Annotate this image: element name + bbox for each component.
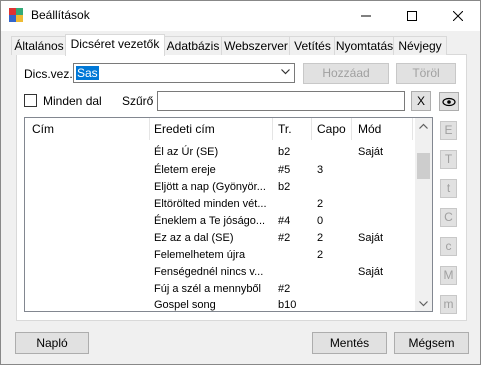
row-original-title: Gospel song bbox=[154, 299, 216, 311]
row-transpose: b2 bbox=[278, 146, 291, 158]
side-button-c-lower[interactable]: c bbox=[440, 237, 457, 256]
row-original-title: Ez az a dal (SE) bbox=[154, 232, 234, 244]
cancel-button[interactable]: Mégsem bbox=[394, 332, 469, 354]
row-transpose: b10 bbox=[278, 299, 297, 311]
song-list[interactable]: Cím Eredeti cím Tr. Capo Mód Él az Úr (S… bbox=[24, 117, 433, 312]
close-button[interactable] bbox=[435, 0, 481, 31]
header-divider bbox=[272, 118, 273, 140]
header-divider bbox=[311, 118, 312, 140]
header-cim[interactable]: Cím bbox=[32, 122, 54, 136]
row-mode: Saját bbox=[358, 232, 384, 244]
filter-label: Szűrő bbox=[122, 94, 154, 108]
row-mode: Saját bbox=[358, 266, 384, 278]
save-button[interactable]: Mentés bbox=[312, 332, 387, 354]
title-bar: Beállítások bbox=[0, 0, 481, 31]
row-capo: 0 bbox=[317, 215, 324, 227]
side-button-t-lower[interactable]: t bbox=[440, 179, 457, 198]
clear-filter-button[interactable]: X bbox=[411, 91, 431, 111]
log-button[interactable]: Napló bbox=[15, 332, 89, 354]
tab-dicseret-vezetok[interactable]: Dicséret vezetők bbox=[65, 34, 165, 56]
row-original-title: Életem ereje bbox=[154, 164, 216, 176]
scroll-thumb[interactable] bbox=[417, 153, 430, 179]
app-icon bbox=[9, 8, 23, 22]
row-mode: Saját bbox=[358, 146, 384, 158]
vertical-scrollbar[interactable] bbox=[415, 118, 432, 311]
all-songs-checkbox[interactable] bbox=[24, 94, 37, 107]
row-original-title: Felemelhetem újra bbox=[154, 249, 246, 261]
header-divider bbox=[149, 118, 150, 140]
header-mod[interactable]: Mód bbox=[358, 122, 381, 136]
scroll-up-icon bbox=[419, 123, 428, 129]
row-original-title: Fúj a szél a mennyből bbox=[154, 283, 261, 295]
row-capo: 3 bbox=[317, 164, 324, 176]
row-capo: 2 bbox=[317, 249, 324, 261]
header-capo[interactable]: Capo bbox=[317, 122, 346, 136]
add-button[interactable]: Hozzáad bbox=[303, 63, 389, 84]
row-original-title: Eltörölted minden vét... bbox=[154, 198, 267, 210]
side-button-t-upper[interactable]: T bbox=[440, 150, 457, 169]
row-original-title: Eljött a nap (Gyönyör... bbox=[154, 181, 266, 193]
tab-altalanos[interactable]: Általános bbox=[11, 36, 67, 55]
row-transpose: #5 bbox=[278, 164, 291, 176]
filter-input[interactable] bbox=[157, 91, 405, 111]
window-title: Beállítások bbox=[31, 8, 90, 22]
row-capo: 2 bbox=[317, 198, 324, 210]
header-divider bbox=[412, 118, 413, 140]
row-transpose: #4 bbox=[278, 215, 291, 227]
close-icon bbox=[453, 10, 463, 21]
maximize-button[interactable] bbox=[389, 0, 435, 31]
tab-nyomtatas[interactable]: Nyomtatás bbox=[334, 36, 395, 55]
tab-adatbazis[interactable]: Adatbázis bbox=[163, 36, 223, 55]
maximize-icon bbox=[407, 10, 417, 21]
header-tr[interactable]: Tr. bbox=[278, 122, 292, 136]
leader-combo-value: Sas bbox=[76, 66, 99, 80]
delete-button[interactable]: Töröl bbox=[396, 63, 456, 84]
header-divider bbox=[351, 118, 352, 140]
row-transpose: #2 bbox=[278, 283, 291, 295]
minimize-button[interactable] bbox=[343, 0, 389, 31]
chevron-down-icon bbox=[281, 69, 290, 75]
side-button-e[interactable]: E bbox=[440, 121, 457, 140]
row-original-title: Fenségednél nincs v... bbox=[154, 266, 264, 278]
leader-combo[interactable]: Sas bbox=[73, 63, 295, 83]
scroll-down-icon bbox=[419, 301, 428, 307]
preview-button[interactable] bbox=[439, 92, 459, 111]
tab-webszerver[interactable]: Webszerver bbox=[221, 36, 291, 55]
tab-vetites[interactable]: Vetítés bbox=[289, 36, 336, 55]
all-songs-label: Minden dal bbox=[43, 94, 102, 108]
side-button-m-lower[interactable]: m bbox=[440, 295, 457, 314]
side-button-m-upper[interactable]: M bbox=[440, 266, 457, 285]
row-transpose: b2 bbox=[278, 181, 291, 193]
eye-icon bbox=[442, 97, 456, 107]
row-original-title: Éneklem a Te jóságo... bbox=[154, 215, 266, 227]
tab-nevjegy[interactable]: Névjegy bbox=[393, 36, 447, 55]
row-capo: 2 bbox=[317, 232, 324, 244]
minimize-icon bbox=[361, 15, 371, 16]
side-button-c-upper[interactable]: C bbox=[440, 208, 457, 227]
row-transpose: #2 bbox=[278, 232, 291, 244]
header-eredeti-cim[interactable]: Eredeti cím bbox=[154, 122, 215, 136]
leader-label: Dics.vez. bbox=[24, 67, 73, 81]
row-original-title: Él az Úr (SE) bbox=[154, 146, 219, 158]
